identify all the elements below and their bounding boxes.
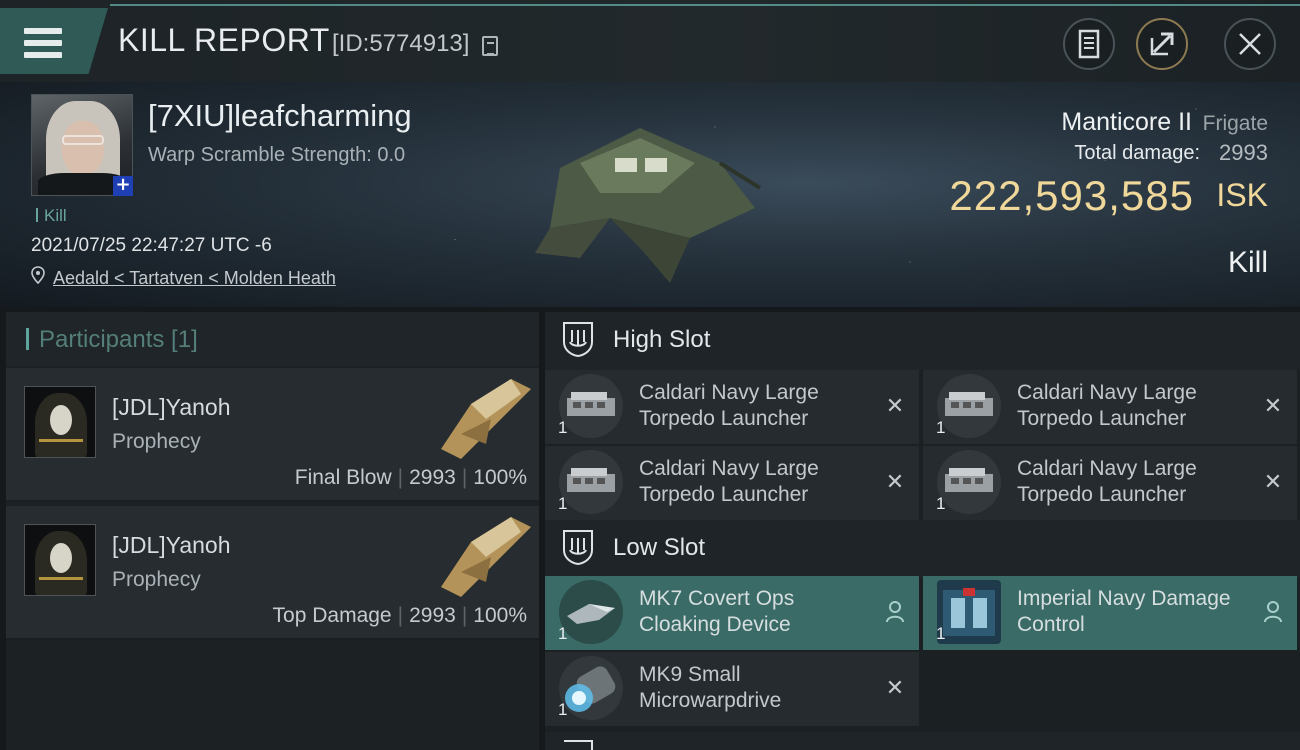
participant-row[interactable]: [JDL]Yanoh Prophecy Final Blow | 2993 | 100%: [6, 368, 539, 502]
module-item[interactable]: 1 MK7 Covert Ops Cloaking Device: [545, 576, 919, 650]
dropped-icon: [1261, 600, 1285, 624]
participant-name[interactable]: [JDL]Yanoh: [112, 532, 230, 559]
ship-render-image: [535, 128, 762, 283]
high-slot-icon: [563, 322, 593, 358]
participants-title: Participants [1]: [26, 326, 198, 354]
kill-result: Kill: [1227, 246, 1268, 279]
low-slot-header: Low Slot: [545, 520, 1300, 578]
module-quantity: 1: [558, 494, 568, 513]
kill-report-screen: KILL REPORT [ID:5774913] + [7XIU]leafcha…: [0, 0, 1300, 750]
victim-header: + [7XIU]leafcharming Warp Scramble Stren…: [0, 82, 1300, 307]
participant-ship-image: [441, 517, 531, 597]
module-name: Caldari Navy Large Torpedo Launcher: [1017, 457, 1197, 506]
destroyed-icon: ✕: [885, 393, 905, 419]
top-accent-line: [110, 4, 1300, 6]
damage-control-icon: [937, 580, 1001, 644]
copy-icon[interactable]: [482, 36, 498, 56]
destroyed-icon: ✕: [1263, 393, 1283, 419]
participant-percent: 100%: [473, 466, 527, 489]
participant-row[interactable]: [JDL]Yanoh Prophecy Top Damage | 2993 | 100%: [6, 506, 539, 640]
module-quantity: 1: [936, 624, 946, 643]
kill-id: [ID:5774913]: [332, 30, 470, 57]
page-title: KILL REPORT: [118, 22, 330, 58]
destroyed-icon: ✕: [1263, 469, 1283, 495]
module-quantity: 1: [558, 700, 568, 719]
module-item[interactable]: 1 Caldari Navy Large Torpedo Launcher ✕: [923, 370, 1297, 444]
ship-class: Frigate: [1202, 112, 1268, 135]
isk-value: 222,593,585: [949, 172, 1194, 219]
low-slot-icon: [563, 530, 593, 566]
mid-slot-icon: [564, 740, 593, 750]
low-slot-label: Low Slot: [613, 534, 706, 561]
participant-avatar[interactable]: [24, 386, 96, 458]
victim-name[interactable]: [7XIU]leafcharming: [148, 98, 412, 134]
share-button[interactable]: [1136, 18, 1188, 70]
kill-datetime: 2021/07/25 22:47:27 UTC -6: [31, 235, 272, 256]
menu-button[interactable]: [0, 8, 108, 74]
warp-scramble-strength: Warp Scramble Strength: 0.0: [148, 144, 406, 166]
clipboard-icon: [1078, 29, 1100, 59]
participant-percent: 100%: [473, 604, 527, 627]
torpedo-launcher-icon: [937, 374, 1001, 438]
microwarpdrive-icon: [559, 656, 623, 720]
total-damage-label: Total damage:: [1074, 142, 1200, 164]
module-quantity: 1: [936, 418, 946, 437]
location-pin-icon: [31, 266, 45, 284]
cloaking-device-icon: [559, 580, 623, 644]
high-slot-header: High Slot: [545, 312, 1300, 370]
module-item[interactable]: 1 MK9 Small Microwarpdrive ✕: [545, 652, 919, 726]
clipboard-button[interactable]: [1063, 18, 1115, 70]
module-name: MK7 Covert Ops Cloaking Device: [639, 587, 795, 636]
module-quantity: 1: [558, 418, 568, 437]
torpedo-launcher-icon: [937, 450, 1001, 514]
participant-name[interactable]: [JDL]Yanoh: [112, 394, 230, 421]
torpedo-launcher-icon: [559, 450, 623, 514]
participants-panel: Participants [1] [JDL]Yanoh Prophecy Fin…: [6, 312, 539, 750]
destroyed-icon: ✕: [885, 675, 905, 701]
destroyed-icon: ✕: [885, 469, 905, 495]
menu-icon: [24, 28, 62, 58]
participant-avatar[interactable]: [24, 524, 96, 596]
close-button[interactable]: [1224, 18, 1276, 70]
total-damage-value: 2993: [1219, 140, 1268, 165]
module-item[interactable]: 1 Caldari Navy Large Torpedo Launcher ✕: [545, 446, 919, 520]
module-name: Caldari Navy Large Torpedo Launcher: [1017, 381, 1197, 430]
participant-ship: Prophecy: [112, 430, 201, 453]
module-quantity: 1: [936, 494, 946, 513]
high-slot-label: High Slot: [613, 326, 711, 353]
add-contact-icon[interactable]: +: [113, 176, 133, 196]
module-item[interactable]: 1 Caldari Navy Large Torpedo Launcher ✕: [923, 446, 1297, 520]
module-item[interactable]: 1 Imperial Navy Damage Control: [923, 576, 1297, 650]
participant-stats: Top Damage | 2993 | 100%: [272, 604, 527, 627]
participants-header: Participants [1]: [6, 312, 539, 366]
participant-stats: Final Blow | 2993 | 100%: [294, 466, 527, 489]
isk-unit: ISK: [1216, 177, 1268, 213]
fitting-panel: High Slot 1 Caldari Navy Large Torpedo L…: [545, 312, 1300, 750]
participant-role: Final Blow: [294, 466, 392, 489]
top-bar: KILL REPORT [ID:5774913]: [0, 0, 1300, 82]
kill-tag: Kill: [36, 206, 67, 226]
share-icon: [1150, 32, 1174, 56]
module-name: Caldari Navy Large Torpedo Launcher: [639, 457, 819, 506]
module-item[interactable]: 1 Caldari Navy Large Torpedo Launcher ✕: [545, 370, 919, 444]
module-name: Caldari Navy Large Torpedo Launcher: [639, 381, 819, 430]
module-name: Imperial Navy Damage Control: [1017, 587, 1231, 636]
torpedo-launcher-icon: [559, 374, 623, 438]
close-icon: [1239, 33, 1261, 55]
module-quantity: 1: [558, 624, 568, 643]
mid-slot-header-partial: [545, 732, 1300, 750]
location-link[interactable]: Aedald < Tartatven < Molden Heath: [53, 268, 336, 289]
participant-damage: 2993: [409, 466, 456, 489]
participant-damage: 2993: [409, 604, 456, 627]
participant-role: Top Damage: [272, 604, 392, 627]
ship-name[interactable]: Manticore II: [1061, 108, 1192, 137]
participant-ship-image: [441, 379, 531, 459]
module-name: MK9 Small Microwarpdrive: [639, 663, 782, 712]
dropped-icon: [883, 600, 907, 624]
participant-ship: Prophecy: [112, 568, 201, 591]
